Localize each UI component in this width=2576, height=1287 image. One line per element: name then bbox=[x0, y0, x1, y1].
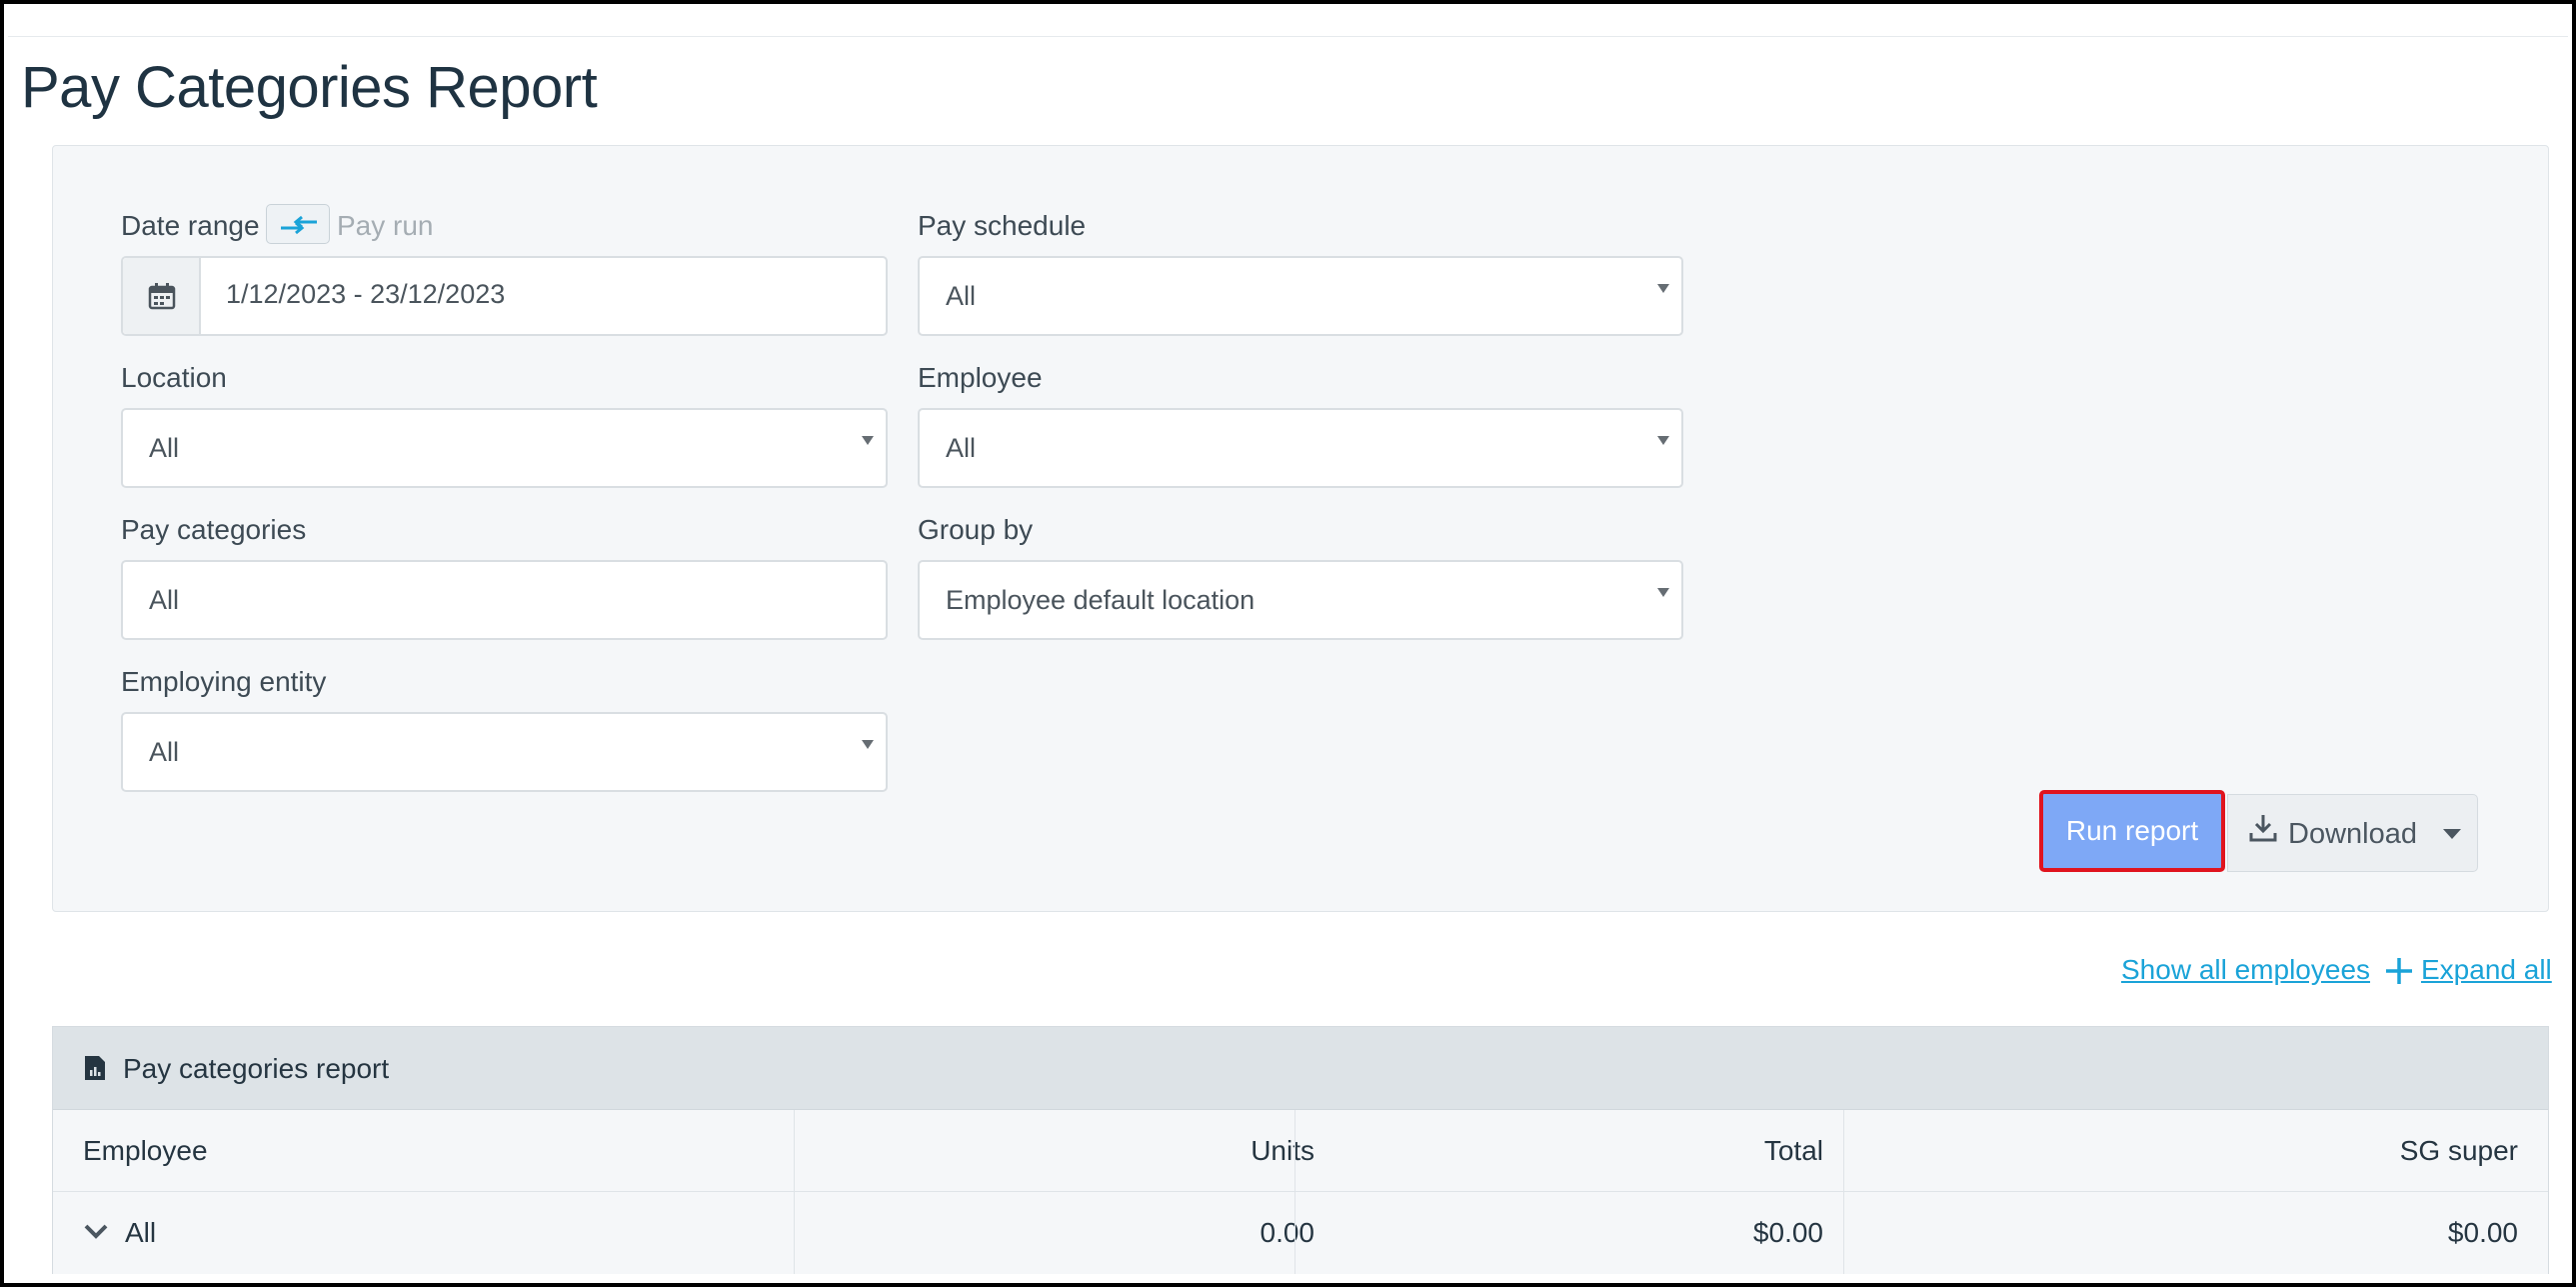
column-header-sg-super[interactable]: SG super bbox=[1844, 1110, 2518, 1191]
run-report-button[interactable]: Run report bbox=[2039, 790, 2225, 872]
group-by-value: Employee default location bbox=[946, 585, 1256, 615]
column-header-employee[interactable]: Employee bbox=[83, 1110, 208, 1191]
pay-schedule-select[interactable]: All bbox=[918, 256, 1683, 336]
report-document-icon bbox=[85, 1056, 105, 1080]
pay-categories-label: Pay categories bbox=[121, 514, 307, 545]
pay-run-option[interactable]: Pay run bbox=[337, 210, 434, 242]
chevron-down-icon[interactable] bbox=[83, 1223, 109, 1241]
employing-entity-label: Employing entity bbox=[121, 666, 327, 697]
employing-entity-select[interactable]: All bbox=[121, 712, 888, 792]
date-range-field[interactable]: 1/12/2023 - 23/12/2023 bbox=[121, 256, 888, 336]
employee-value: All bbox=[946, 433, 977, 463]
report-title: Pay categories report bbox=[123, 1053, 390, 1084]
group-by-label: Group by bbox=[918, 514, 1034, 545]
location-select[interactable]: All bbox=[121, 408, 888, 488]
location-value: All bbox=[149, 433, 180, 463]
swap-arrows-icon bbox=[281, 215, 317, 235]
table-row[interactable]: All 0.00 $0.00 $0.00 bbox=[53, 1192, 2548, 1274]
pay-schedule-value: All bbox=[946, 281, 977, 311]
app-window: Pay Categories Report Date range Pay run bbox=[0, 0, 2576, 1287]
chevron-down-icon bbox=[862, 740, 874, 749]
employee-label: Employee bbox=[918, 362, 1043, 393]
calendar-icon bbox=[148, 283, 176, 310]
table-header-row: Employee Units Total SG super bbox=[53, 1110, 2548, 1192]
calendar-addon[interactable] bbox=[123, 258, 201, 334]
plus-icon[interactable] bbox=[2384, 956, 2414, 986]
employee-select[interactable]: All bbox=[918, 408, 1683, 488]
pay-categories-input[interactable]: All bbox=[121, 560, 888, 640]
chevron-down-icon bbox=[1657, 436, 1669, 445]
chevron-down-icon bbox=[1657, 588, 1669, 597]
download-icon bbox=[2249, 815, 2277, 842]
report-header: Pay categories report bbox=[53, 1027, 2548, 1110]
pay-categories-value: All bbox=[149, 585, 180, 615]
date-mode-toggle[interactable] bbox=[266, 204, 330, 244]
caret-down-icon bbox=[2443, 829, 2461, 839]
employing-entity-value: All bbox=[149, 737, 180, 767]
pay-schedule-label: Pay schedule bbox=[918, 210, 1087, 241]
expand-all-link[interactable]: Expand all bbox=[2421, 954, 2552, 986]
row-employee: All bbox=[125, 1217, 157, 1248]
show-all-employees-link[interactable]: Show all employees bbox=[2121, 954, 2370, 986]
column-header-units[interactable]: Units bbox=[795, 1110, 1314, 1191]
location-label: Location bbox=[121, 362, 227, 393]
report-table: Pay categories report Employee Units Tot… bbox=[52, 1026, 2549, 1274]
download-button[interactable]: Download bbox=[2227, 794, 2478, 872]
chevron-down-icon bbox=[862, 436, 874, 445]
date-range-value: 1/12/2023 - 23/12/2023 bbox=[226, 279, 506, 309]
group-by-select[interactable]: Employee default location bbox=[918, 560, 1683, 640]
download-label: Download bbox=[2288, 818, 2417, 850]
top-divider bbox=[8, 36, 2568, 37]
date-range-label: Date range bbox=[121, 210, 260, 241]
page-title: Pay Categories Report bbox=[21, 55, 598, 120]
row-sg-super: $0.00 bbox=[2447, 1217, 2518, 1248]
chevron-down-icon bbox=[1657, 284, 1669, 293]
column-header-total[interactable]: Total bbox=[1295, 1110, 1823, 1191]
row-units: 0.00 bbox=[1260, 1217, 1315, 1248]
row-total: $0.00 bbox=[1752, 1217, 1823, 1248]
